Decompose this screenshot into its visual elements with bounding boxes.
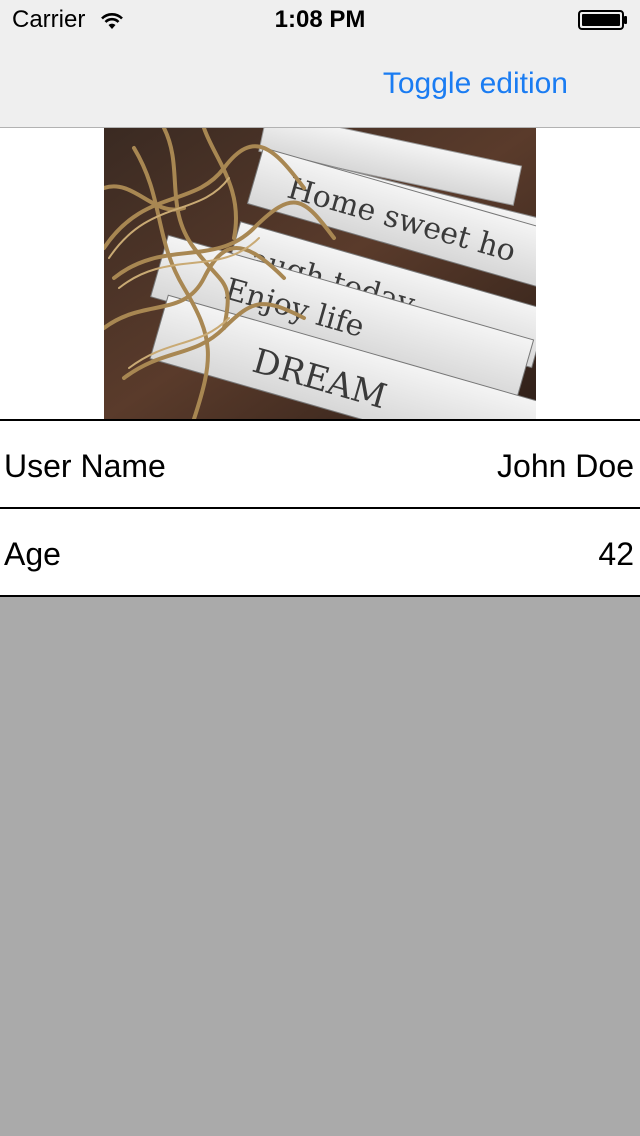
row-label: User Name (4, 448, 166, 484)
status-bar: Carrier 1:08 PM (0, 0, 640, 40)
table-row-age[interactable]: Age 42 (0, 507, 640, 597)
header-image-container: Home sweet ho augh today Enjoy life DREA… (0, 128, 640, 419)
navigation-bar: Carrier 1:08 PM Toggle edition (0, 0, 640, 128)
row-label: Age (4, 536, 61, 572)
table-row-user-name[interactable]: User Name John Doe (0, 419, 640, 507)
status-time: 1:08 PM (274, 6, 366, 33)
nav-bar: Toggle edition (0, 40, 640, 128)
toggle-edition-button[interactable]: Toggle edition (383, 66, 568, 102)
header-photo: Home sweet ho augh today Enjoy life DREA… (104, 128, 536, 419)
battery-icon (578, 10, 627, 30)
row-value: 42 (598, 536, 634, 572)
row-value: John Doe (497, 448, 634, 484)
empty-background (0, 597, 640, 1136)
